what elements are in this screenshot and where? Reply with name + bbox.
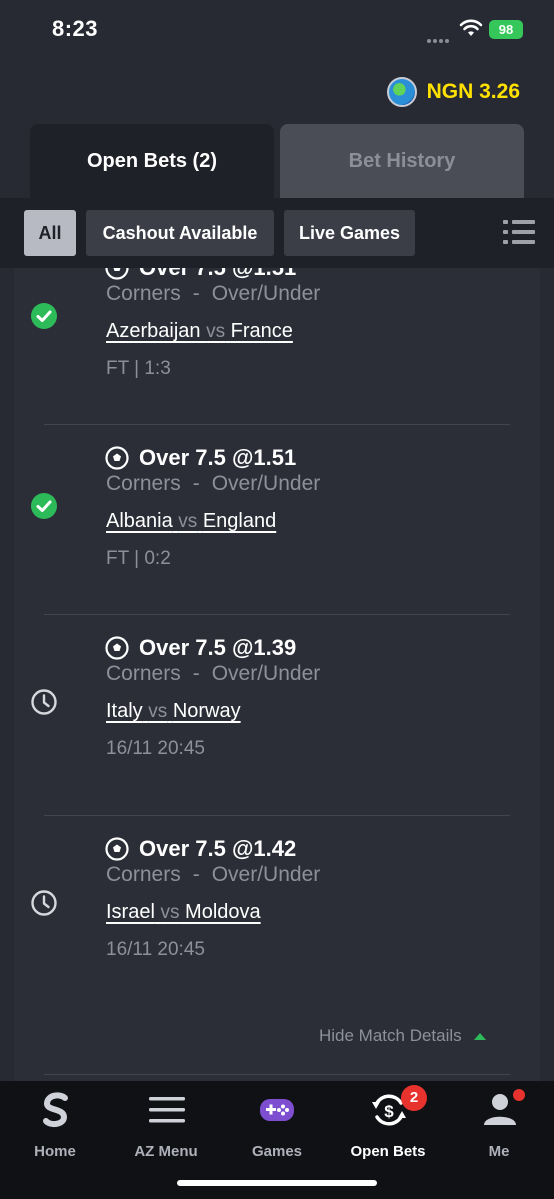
divider <box>44 815 510 816</box>
divider <box>44 614 510 615</box>
tabbar-open-bets[interactable]: $ 2 Open Bets <box>333 1085 443 1161</box>
status-time: 8:23 <box>52 16 99 41</box>
selection-title: Over 7.5 @1.39 <box>105 635 296 661</box>
filter-live-games-chip[interactable]: Live Games <box>284 210 415 256</box>
filter-bar: All Cashout Available Live Games <box>0 198 554 268</box>
selection-title: Over 7.5 @1.51 <box>105 268 296 281</box>
gamepad-icon <box>260 1099 294 1121</box>
open-bets-count-badge: 2 <box>401 1085 427 1111</box>
caret-up-icon <box>473 1032 486 1040</box>
home-indicator <box>177 1180 377 1186</box>
tab-bet-history[interactable]: Bet History <box>280 124 524 198</box>
clock-icon <box>31 890 57 916</box>
filter-cashout-available-chip[interactable]: Cashout Available <box>86 210 274 256</box>
tabbar-home[interactable]: Home <box>0 1091 110 1161</box>
market-name: Corners - Over/Under <box>106 282 321 305</box>
balance-amount: NGN 3.26 <box>426 80 520 103</box>
svg-text:$: $ <box>384 1102 394 1121</box>
battery-indicator: 98 <box>489 20 523 39</box>
tabbar-az-menu[interactable]: AZ Menu <box>111 1091 221 1161</box>
market-name: Corners - Over/Under <box>106 662 321 685</box>
bottom-tab-bar: Home AZ Menu Games $ 2 Open Bets Me <box>0 1081 554 1199</box>
match-kickoff: 16/11 20:45 <box>106 939 205 960</box>
match-result: FT | 1:3 <box>106 358 171 379</box>
match-link[interactable]: Italy vs Norway <box>106 700 241 723</box>
bets-tabs: Open Bets (2) Bet History <box>30 124 524 198</box>
list-view-icon[interactable] <box>503 218 535 246</box>
soccer-ball-icon <box>105 837 129 861</box>
tabbar-me[interactable]: Me <box>444 1089 554 1161</box>
clock-icon <box>31 689 57 715</box>
hamburger-menu-icon <box>149 1097 185 1123</box>
selection-title: Over 7.5 @1.51 <box>105 445 296 471</box>
match-link[interactable]: Azerbaijan vs France <box>106 320 293 343</box>
soccer-ball-icon <box>105 636 129 660</box>
status-bar: 8:23 98 <box>0 0 554 62</box>
globe-icon <box>386 77 417 107</box>
balance-display[interactable]: NGN 3.26 <box>386 76 520 108</box>
soccer-ball-icon <box>105 268 129 280</box>
hide-match-details-button[interactable]: Hide Match Details <box>319 1026 486 1046</box>
tab-open-bets[interactable]: Open Bets (2) <box>30 124 274 198</box>
market-name: Corners - Over/Under <box>106 472 321 495</box>
wifi-icon <box>459 19 483 36</box>
match-result: FT | 0:2 <box>106 548 171 569</box>
selection-title: Over 7.5 @1.42 <box>105 836 296 862</box>
bet-selections-list[interactable]: Over 7.5 @1.51 Corners-Over/Under Azerba… <box>14 268 540 1081</box>
check-circle-icon <box>31 493 57 519</box>
notification-dot <box>513 1089 525 1101</box>
match-kickoff: 16/11 20:45 <box>106 738 205 759</box>
match-link[interactable]: Israel vs Moldova <box>106 901 261 924</box>
signal-icon <box>427 30 453 43</box>
check-circle-icon <box>31 303 57 329</box>
market-name: Corners - Over/Under <box>106 863 321 886</box>
soccer-ball-icon <box>105 446 129 470</box>
match-link[interactable]: Albania vs England <box>106 510 276 533</box>
divider <box>44 424 510 425</box>
filter-all-chip[interactable]: All <box>24 210 76 256</box>
tabbar-games[interactable]: Games <box>222 1091 332 1161</box>
sportybet-logo-icon <box>43 1092 68 1128</box>
divider <box>44 1074 510 1075</box>
